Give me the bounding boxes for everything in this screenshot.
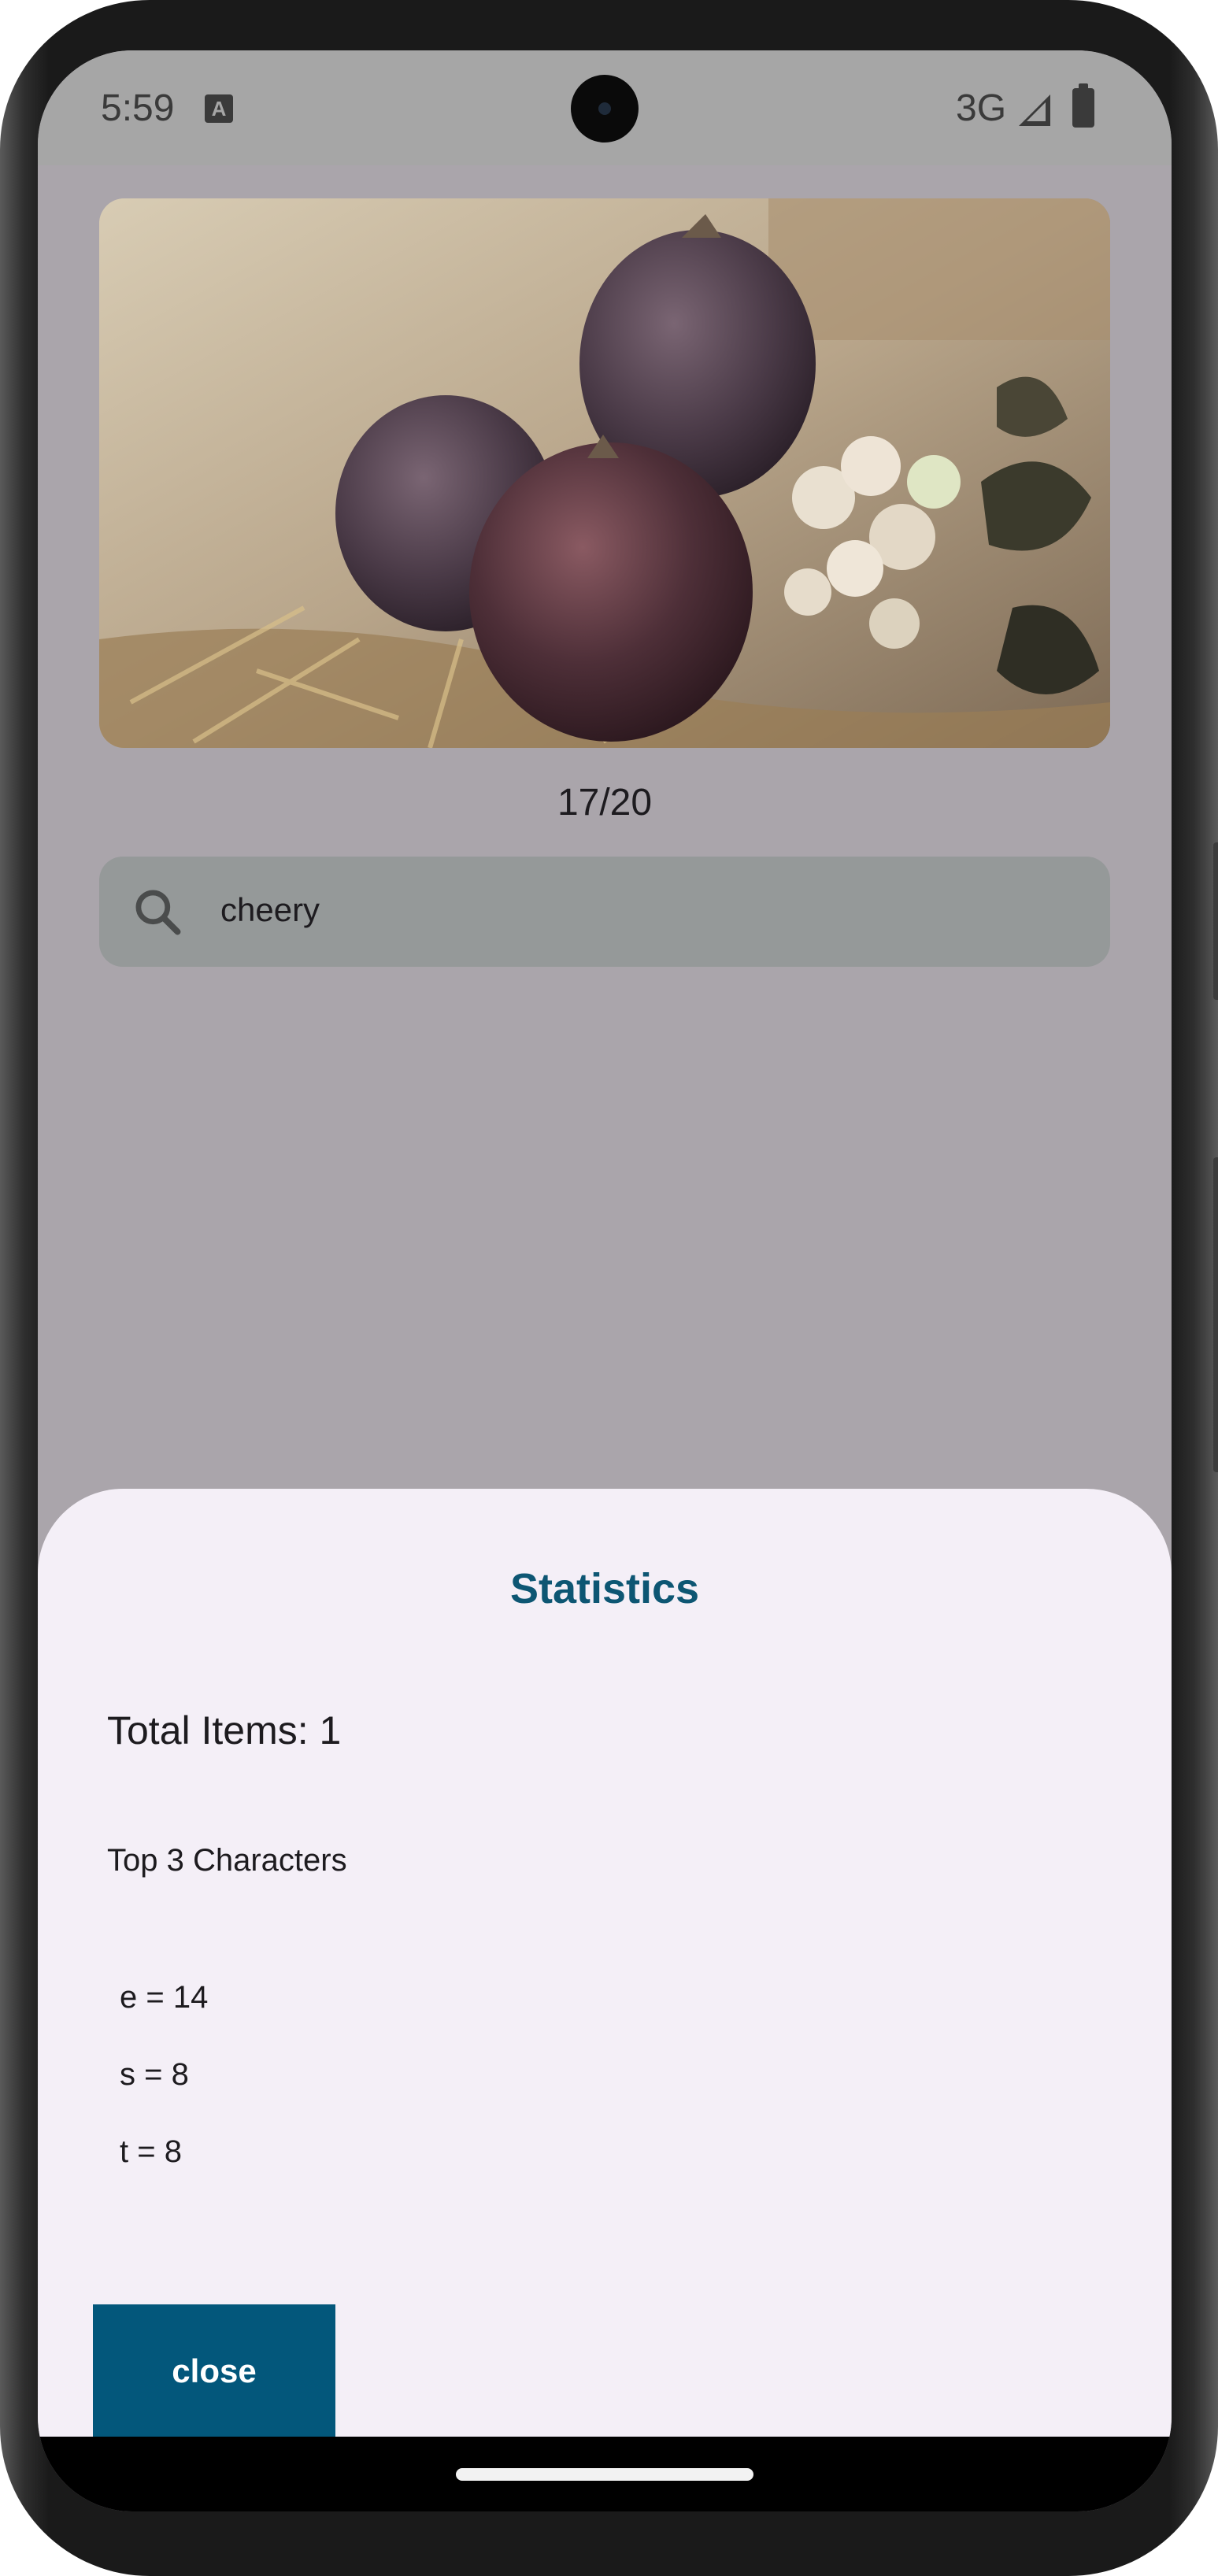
network-type: 3G <box>956 87 1007 129</box>
front-camera <box>571 75 639 142</box>
char-count-row: e = 14 <box>120 1980 209 2015</box>
statistics-bottom-sheet: Statistics Total Items: 1 Top 3 Characte… <box>38 1489 1172 2437</box>
fig-photo <box>99 198 1110 748</box>
keyboard-notification-icon: A <box>205 94 233 123</box>
status-time: 5:59 <box>101 87 175 129</box>
close-button[interactable]: close <box>93 2304 335 2437</box>
signal-icon <box>1019 94 1050 126</box>
figs-image <box>99 198 1110 748</box>
search-input[interactable]: cheery <box>220 891 320 929</box>
navigation-bar <box>38 2437 1172 2511</box>
battery-icon <box>1072 83 1094 128</box>
top-characters-heading: Top 3 Characters <box>107 1843 347 1878</box>
screen: 5:59 A 3G 17/20 cheery Statistics Total … <box>38 50 1172 2511</box>
char-count-row: t = 8 <box>120 2134 182 2169</box>
total-items-label: Total Items: 1 <box>107 1708 342 1752</box>
sheet-title: Statistics <box>509 1565 700 1612</box>
image-counter: 17/20 <box>557 782 653 824</box>
home-gesture-handle[interactable] <box>456 2468 753 2481</box>
status-bar: 5:59 A 3G <box>38 50 1172 165</box>
phone-frame: 5:59 A 3G 17/20 cheery Statistics Total … <box>0 0 1218 2576</box>
search-bar[interactable]: cheery <box>99 857 1110 967</box>
power-button <box>1213 842 1218 1000</box>
search-icon <box>135 890 181 935</box>
char-count-row: s = 8 <box>120 2057 189 2092</box>
volume-button <box>1213 1157 1218 1472</box>
